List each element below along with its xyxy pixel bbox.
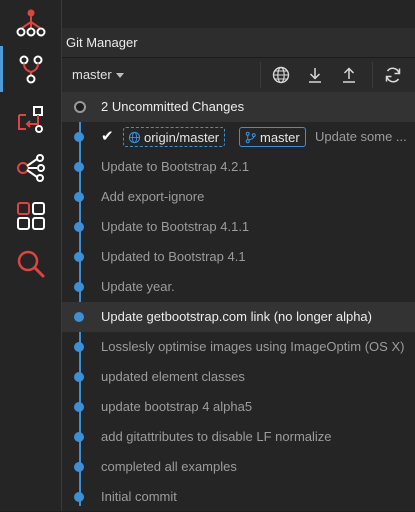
activity-item-share[interactable] [0, 145, 61, 191]
activity-item-pull-requests[interactable] [0, 96, 61, 142]
commit-node [74, 432, 84, 442]
remote-branch-tag[interactable]: origin/master [123, 127, 226, 147]
panel-title: Git Manager [62, 28, 415, 58]
commit-row[interactable]: Update to Bootstrap 4.1.1 [62, 212, 415, 242]
pull-request-icon [17, 106, 43, 133]
branch-icon [245, 131, 256, 143]
commit-row[interactable]: Initial commit [62, 482, 415, 512]
commit-node [74, 132, 84, 142]
commit-node [74, 282, 84, 292]
commit-row[interactable]: Add export-ignore [62, 182, 415, 212]
commit-graph-list: 2 Uncommitted Changes ✔ origin/master ma… [62, 92, 415, 511]
chevron-down-icon [115, 73, 124, 78]
branch-dropdown[interactable]: master [72, 58, 124, 92]
commit-row-hovered[interactable]: Update getbootstrap.com link (no longer … [62, 302, 415, 332]
remote-branch-label: origin/master [144, 129, 220, 145]
commit-node [74, 222, 84, 232]
commit-row[interactable]: add gitattributes to disable LF normaliz… [62, 422, 415, 452]
commit-message: Update year. [101, 279, 175, 294]
commit-node [74, 252, 84, 262]
toolbar-divider [260, 62, 261, 88]
commit-message: updated element classes [101, 369, 245, 384]
commit-node [74, 162, 84, 172]
commit-row[interactable]: Losslesly optimise images using ImageOpt… [62, 332, 415, 362]
push-button[interactable] [336, 62, 362, 88]
commit-row[interactable]: Update to Bootstrap 4.2.1 [62, 152, 415, 182]
grid-apps-icon [16, 202, 45, 230]
activity-item-git-manager[interactable] [0, 46, 61, 92]
commit-message: Add export-ignore [101, 189, 205, 204]
commit-message: Updated to Bootstrap 4.1 [101, 249, 246, 264]
pull-button[interactable] [302, 62, 328, 88]
commit-node [74, 342, 84, 352]
git-manager-panel: Git Manager master 2 Uncommitted Changes… [61, 0, 415, 511]
globe-icon [272, 66, 290, 84]
uncommitted-changes-row[interactable]: 2 Uncommitted Changes [62, 92, 415, 122]
commit-node [74, 492, 84, 502]
search-icon [17, 250, 44, 278]
local-branch-label: master [260, 129, 300, 145]
globe-icon [128, 131, 141, 143]
commit-row[interactable]: update bootstrap 4 alpha5 [62, 392, 415, 422]
commit-row[interactable]: Update year. [62, 272, 415, 302]
commit-node [74, 192, 84, 202]
commit-message: Update some ... [315, 129, 407, 144]
commit-message: add gitattributes to disable LF normaliz… [101, 429, 332, 444]
commit-row[interactable]: completed all examples [62, 452, 415, 482]
head-commit-row[interactable]: ✔ origin/master master Update some ... [62, 122, 415, 152]
commit-message: Initial commit [101, 489, 177, 504]
commit-message: update bootstrap 4 alpha5 [101, 399, 253, 414]
commit-message: Losslesly optimise images using ImageOpt… [101, 339, 405, 354]
uncommitted-node [74, 101, 86, 113]
refresh-button[interactable] [380, 62, 406, 88]
checkmark-icon: ✔ [101, 128, 114, 145]
commit-message: Update to Bootstrap 4.2.1 [101, 159, 250, 174]
upload-arrow-icon [343, 67, 355, 83]
local-branch-tag[interactable]: master [239, 127, 306, 147]
commit-message: Update to Bootstrap 4.1.1 [101, 219, 250, 234]
commit-row[interactable]: Updated to Bootstrap 4.1 [62, 242, 415, 272]
uncommitted-label: 2 Uncommitted Changes [101, 99, 245, 114]
git-toolbar: master [62, 58, 415, 93]
activity-bar [0, 0, 61, 511]
share-nodes-icon [16, 154, 45, 182]
activity-item-search[interactable] [0, 241, 61, 287]
branch-dropdown-label: master [72, 67, 112, 82]
commit-node [74, 402, 84, 412]
toolbar-divider [372, 62, 373, 88]
commit-node [74, 462, 84, 472]
commit-node [74, 372, 84, 382]
commit-row[interactable]: updated element classes [62, 362, 415, 392]
commit-message: completed all examples [101, 459, 237, 474]
download-arrow-icon [309, 68, 321, 83]
git-branch-icon [19, 55, 42, 84]
commit-node [74, 312, 84, 322]
refresh-icon [385, 67, 401, 83]
activity-item-hierarchy[interactable] [0, 0, 61, 46]
remote-button[interactable] [268, 62, 294, 88]
hierarchy-icon [16, 9, 45, 37]
commit-message: Update getbootstrap.com link (no longer … [101, 309, 372, 324]
activity-item-extensions[interactable] [0, 193, 61, 239]
